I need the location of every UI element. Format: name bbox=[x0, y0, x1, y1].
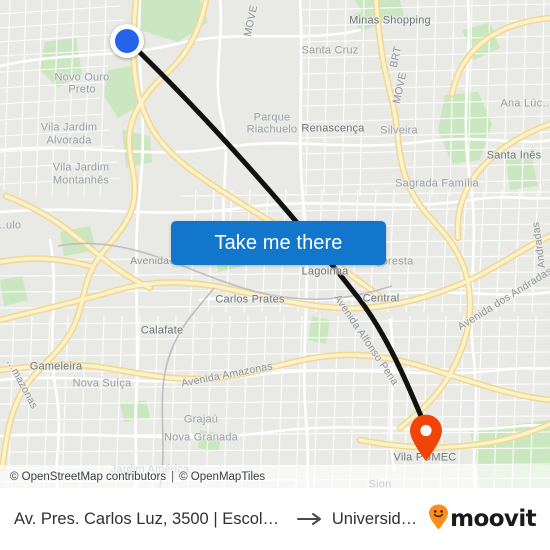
map-pin-icon bbox=[410, 414, 442, 461]
bottom-route-bar: Av. Pres. Carlos Luz, 3500 | Escola De… … bbox=[0, 488, 550, 550]
map-route-preview-screen: Minas Shopping Santa Cruz MOVE BRT MOVE Ana L… bbox=[0, 0, 550, 550]
route-destination-label: Universida… bbox=[331, 509, 419, 528]
moovit-logo[interactable]: moovit bbox=[428, 504, 537, 535]
map-canvas[interactable]: Minas Shopping Santa Cruz MOVE BRT MOVE Ana L… bbox=[0, 0, 550, 488]
origin-dot-marker[interactable] bbox=[110, 24, 144, 58]
moovit-pin-icon bbox=[428, 504, 449, 535]
route-summary[interactable]: Av. Pres. Carlos Luz, 3500 | Escola De… … bbox=[14, 510, 418, 529]
route-origin-label: Av. Pres. Carlos Luz, 3500 | Escola De… bbox=[14, 509, 288, 528]
destination-pin-marker[interactable] bbox=[408, 414, 444, 462]
take-me-there-button[interactable]: Take me there bbox=[171, 221, 386, 265]
moovit-wordmark: moovit bbox=[450, 506, 536, 532]
arrow-right-icon bbox=[296, 512, 323, 526]
